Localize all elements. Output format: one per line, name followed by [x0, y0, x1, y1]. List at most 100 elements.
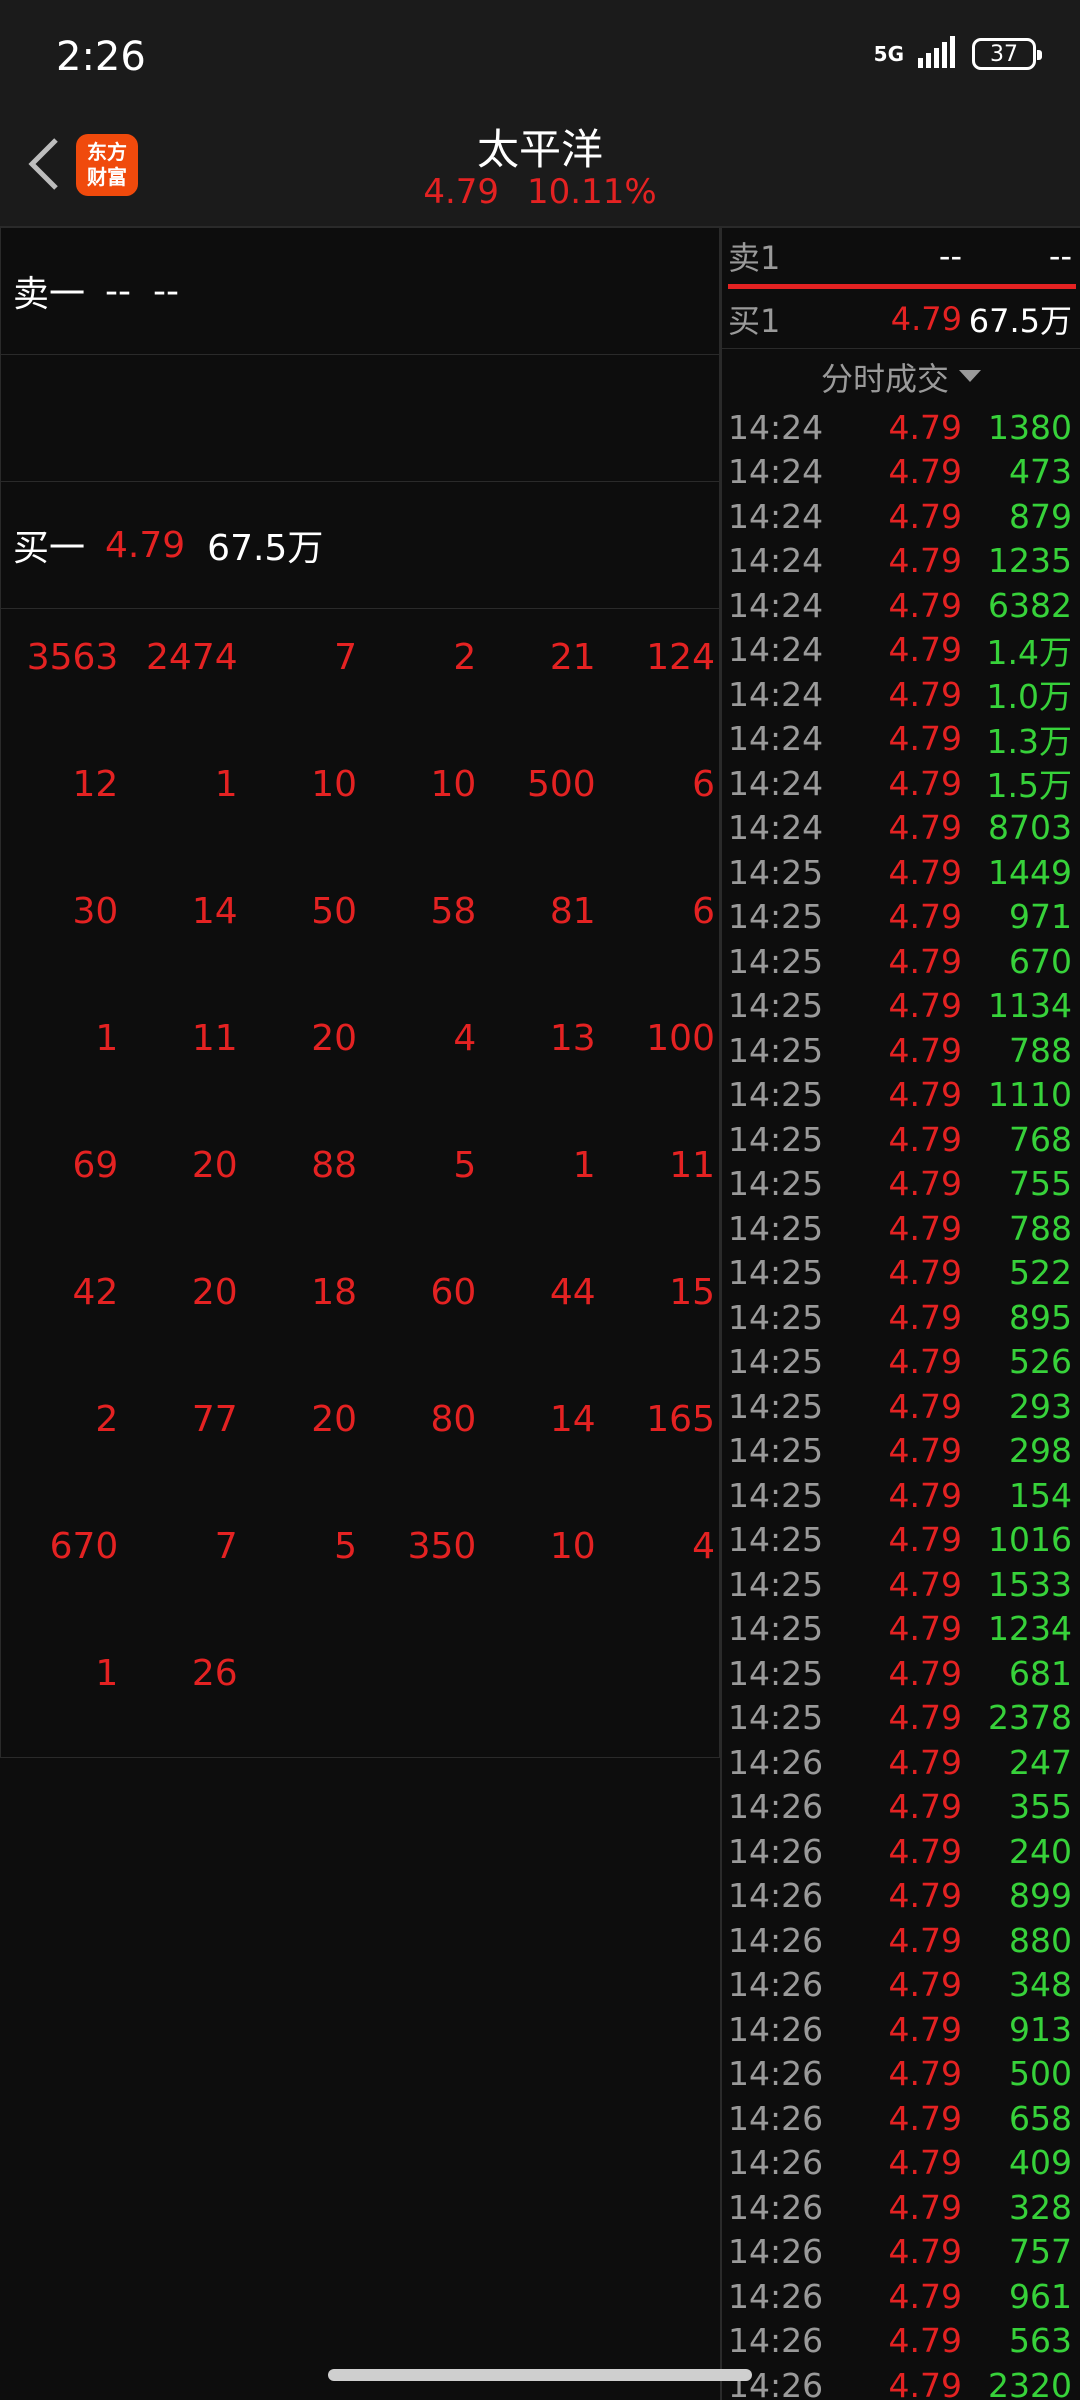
trade-volume: 788	[1009, 1208, 1072, 1248]
trade-row: 14:26 4.79 409	[722, 2141, 1080, 2186]
trade-price: 4.79	[888, 941, 962, 981]
queue-order-cell: 10	[549, 1526, 596, 1567]
trade-volume: 681	[1009, 1653, 1072, 1693]
queue-order-cell: 1	[214, 764, 238, 805]
home-indicator[interactable]	[328, 2369, 752, 2381]
queue-order-cell: 10	[311, 764, 357, 805]
trade-volume: 880	[1009, 1920, 1072, 1960]
order-queue-grid: 3563 2474 7 2 21 124 12 1 10 10 500 6 30 14 50 58 81 6 1 11…	[1, 609, 719, 1752]
trade-volume: 961	[1009, 2276, 1072, 2316]
trade-time: 14:25	[728, 986, 824, 1026]
trade-row: 14:26 4.79 2320	[722, 2363, 1080, 2400]
trade-row: 14:26 4.79 658	[722, 2096, 1080, 2141]
trade-price: 4.79	[888, 763, 962, 803]
trade-price: 4.79	[888, 1119, 962, 1159]
trade-volume: 2320	[988, 2365, 1072, 2400]
stock-header: 东方 财富 太平洋 4.79 10.11%	[0, 110, 1080, 228]
trade-volume: 522	[1009, 1253, 1072, 1293]
trade-row: 14:25 4.79 1110	[722, 1073, 1080, 1118]
trade-row: 14:25 4.79 522	[722, 1251, 1080, 1296]
trade-row: 14:26 4.79 348	[722, 1963, 1080, 2008]
queue-order-cell: 4	[692, 1526, 715, 1567]
trade-price: 4.79	[888, 1653, 962, 1693]
trade-time: 14:25	[728, 852, 824, 892]
trade-time: 14:25	[728, 1119, 824, 1159]
trade-volume: 1234	[988, 1609, 1072, 1649]
trade-time: 14:25	[728, 1431, 824, 1471]
trade-price: 4.79	[888, 897, 962, 937]
trade-row: 14:26 4.79 563	[722, 2319, 1080, 2364]
trade-row: 14:25 4.79 971	[722, 895, 1080, 940]
trade-price: 4.79	[888, 986, 962, 1026]
trade-row: 14:24 4.79 1.4万	[722, 628, 1080, 673]
trade-price: 4.79	[888, 808, 962, 848]
trade-volume: 154	[1009, 1475, 1072, 1515]
queue-order-cell: 50	[311, 891, 357, 932]
trade-row: 14:26 4.79 240	[722, 1829, 1080, 1874]
trade-row: 14:24 4.79 1.0万	[722, 672, 1080, 717]
trade-row: 14:26 4.79 757	[722, 2230, 1080, 2275]
trade-price: 4.79	[888, 1742, 962, 1782]
queue-order-cell: 20	[311, 1399, 357, 1440]
trade-row: 14:26 4.79 500	[722, 2052, 1080, 2097]
queue-order-cell: 2474	[146, 637, 238, 678]
trade-row: 14:26 4.79 355	[722, 1785, 1080, 1830]
trade-volume: 500	[1009, 2054, 1072, 2094]
trade-volume: 355	[1009, 1787, 1072, 1827]
trade-row: 14:24 4.79 879	[722, 494, 1080, 539]
trade-volume: 2378	[988, 1698, 1072, 1738]
queue-order-cell: 58	[430, 891, 477, 932]
trade-volume: 247	[1009, 1742, 1072, 1782]
trade-price: 4.79	[888, 1564, 962, 1604]
stock-name: 太平洋	[476, 125, 603, 174]
trade-volume: 526	[1009, 1342, 1072, 1382]
queue-order-cell: 80	[430, 1399, 477, 1440]
trade-row: 14:25 4.79 768	[722, 1117, 1080, 1162]
trade-time: 14:24	[728, 674, 824, 714]
right-buy1-row: 买1 4.79 67.5万	[722, 289, 1080, 349]
trade-price: 4.79	[888, 2009, 962, 2049]
trade-price: 4.79	[888, 452, 962, 492]
queue-order-cell: 88	[311, 1145, 357, 1186]
right-sell1-price: --	[938, 237, 962, 275]
trade-price: 4.79	[888, 2143, 962, 2183]
queue-order-cell: 42	[72, 1272, 119, 1313]
queue-order-cell: 69	[72, 1145, 119, 1186]
trade-time: 14:26	[728, 1876, 824, 1916]
trade-time: 14:26	[728, 2098, 824, 2138]
trade-volume: 1.5万	[986, 766, 1072, 806]
trade-price: 4.79	[888, 1787, 962, 1827]
trade-volume: 240	[1009, 1831, 1072, 1871]
trade-time: 14:24	[728, 541, 824, 581]
stock-change-pct: 10.11%	[527, 172, 657, 212]
trade-price: 4.79	[888, 2365, 962, 2400]
trade-volume: 1.0万	[986, 677, 1072, 717]
trade-volume: 348	[1009, 1965, 1072, 2005]
trade-price: 4.79	[888, 2098, 962, 2138]
queue-order-cell: 6	[692, 891, 715, 932]
trades-list[interactable]: 14:24 4.79 1380 14:24 4.79 473 14:24 4.79 879 14:…	[722, 405, 1080, 2400]
trade-time: 14:26	[728, 1965, 824, 2005]
trade-time: 14:25	[728, 1297, 824, 1337]
trade-price: 4.79	[888, 1698, 962, 1738]
trade-volume: 899	[1009, 1876, 1072, 1916]
trades-dropdown[interactable]: 分时成交	[722, 349, 1080, 405]
trade-row: 14:26 4.79 247	[722, 1740, 1080, 1785]
queue-order-cell: 2	[95, 1399, 119, 1440]
trade-time: 14:24	[728, 452, 824, 492]
queue-order-cell: 81	[549, 891, 596, 932]
queue-order-cell: 18	[311, 1272, 357, 1313]
trade-time: 14:25	[728, 1164, 824, 1204]
stock-quote: 4.79 10.11%	[0, 172, 1080, 212]
trades-panel: 卖1 -- -- 买1 4.79 67.5万 分时成交 14:24 4.79 138…	[720, 228, 1080, 2400]
queue-order-cell: 14	[549, 1399, 596, 1440]
queue-order-cell: 13	[549, 1018, 596, 1059]
battery-icon: 37	[972, 38, 1042, 70]
trade-time: 14:25	[728, 1609, 824, 1649]
trade-price: 4.79	[888, 1609, 962, 1649]
queue-order-cell: 21	[549, 637, 596, 678]
trades-title: 分时成交	[820, 360, 949, 398]
trade-time: 14:25	[728, 1564, 824, 1604]
queue-order-cell: 60	[430, 1272, 477, 1313]
trade-time: 14:26	[728, 2009, 824, 2049]
